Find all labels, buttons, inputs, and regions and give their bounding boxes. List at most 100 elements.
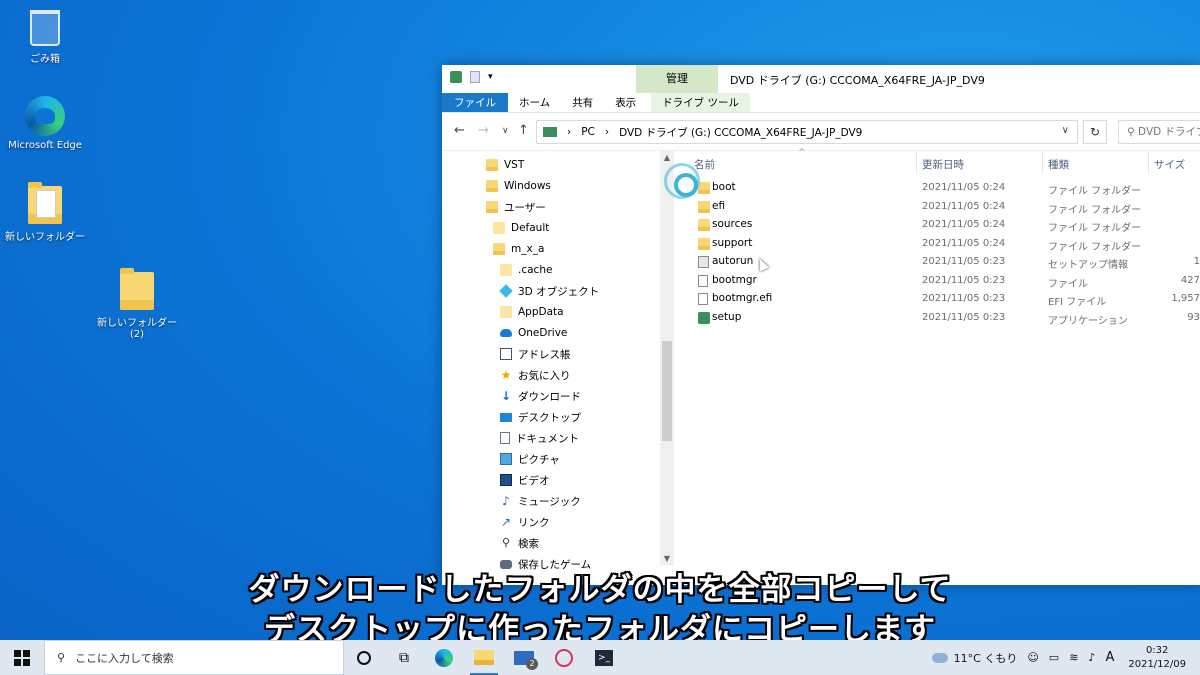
taskbar-snipping[interactable] xyxy=(544,640,584,675)
nav-item-m-x-a[interactable]: m_x_a xyxy=(493,239,544,259)
taskbar-edge[interactable] xyxy=(424,640,464,675)
nav-item-contacts[interactable]: アドレス帳 xyxy=(500,344,571,364)
taskbar-file-explorer[interactable] xyxy=(464,640,504,675)
nav-item-windows[interactable]: Windows xyxy=(486,176,551,196)
customize-toolbar-icon[interactable]: ▾ xyxy=(488,72,493,82)
column-divider[interactable] xyxy=(1042,151,1043,173)
file-name: bootmgr xyxy=(712,273,757,286)
file-row-support[interactable]: support 2021/11/05 0:24 ファイル フォルダー xyxy=(682,235,1200,253)
new-folder-icon[interactable] xyxy=(470,71,480,83)
refresh-button[interactable]: ↻ xyxy=(1083,120,1107,144)
desktop-icon-new-folder[interactable]: 新しいフォルダー xyxy=(0,182,90,243)
file-row-setup[interactable]: setup 2021/11/05 0:23 アプリケーション 93 xyxy=(682,309,1200,327)
sort-ascending-icon: ^ xyxy=(798,148,806,158)
nav-item-searches[interactable]: ⚲ 検索 xyxy=(500,533,539,553)
breadcrumb-drive[interactable]: DVD ドライブ (G:) CCCOMA_X64FRE_JA-JP_DV9 xyxy=(619,125,862,140)
file-row-bootmgr-efi[interactable]: bootmgr.efi 2021/11/05 0:23 EFI ファイル 1,9… xyxy=(682,290,1200,308)
folder-icon xyxy=(698,200,710,213)
chevron-down-icon[interactable]: ∨ xyxy=(1062,125,1069,136)
tab-file[interactable]: ファイル xyxy=(442,93,508,112)
column-divider[interactable] xyxy=(916,151,917,173)
recent-locations-icon[interactable]: ∨ xyxy=(502,126,509,136)
nav-item-label: ダウンロード xyxy=(518,390,581,403)
nav-item-music[interactable]: ♪ ミュージック xyxy=(500,491,581,511)
cortana-button[interactable] xyxy=(344,640,384,675)
search-icon: ⚲ xyxy=(501,536,511,549)
column-header-date[interactable]: 更新日時 xyxy=(922,157,964,172)
people-icon[interactable]: ☺ xyxy=(1027,651,1038,664)
tab-home[interactable]: ホーム xyxy=(508,93,561,112)
battery-icon[interactable]: ▭ xyxy=(1049,651,1059,664)
nav-item-favorites[interactable]: ★ お気に入り xyxy=(500,365,571,385)
nav-item-default[interactable]: Default xyxy=(493,218,549,238)
start-button[interactable] xyxy=(0,640,44,675)
file-list: 名前 ^ 更新日時 種類 サイズ boot 2021/11/05 0:24 ファ… xyxy=(682,148,1200,585)
nav-item-links[interactable]: ↗ リンク xyxy=(500,512,550,532)
nav-pane-scrollbar[interactable]: ▲ ▼ xyxy=(660,151,674,565)
nav-item-label: .cache xyxy=(518,264,553,276)
nav-item-videos[interactable]: ビデオ xyxy=(500,470,550,490)
nav-item-appdata[interactable]: AppData xyxy=(500,302,564,322)
back-arrow-icon[interactable]: ← xyxy=(454,123,465,138)
quick-access-toolbar: ▾ xyxy=(450,71,493,83)
column-divider[interactable] xyxy=(1148,151,1149,173)
weather-widget[interactable]: 11°C くもり xyxy=(931,650,1017,666)
column-header-size[interactable]: サイズ xyxy=(1154,157,1185,172)
forward-arrow-icon[interactable]: → xyxy=(478,123,489,138)
file-row-bootmgr[interactable]: bootmgr 2021/11/05 0:23 ファイル 427 xyxy=(682,272,1200,290)
file-type: ファイル xyxy=(1048,278,1088,290)
nav-item-pictures[interactable]: ピクチャ xyxy=(500,449,560,469)
recycle-bin-icon xyxy=(30,10,60,46)
column-header-name[interactable]: 名前 xyxy=(694,157,715,172)
drive-properties-icon[interactable] xyxy=(450,71,462,83)
folder-icon xyxy=(500,306,512,318)
nav-item-label: お気に入り xyxy=(518,369,571,382)
tab-view[interactable]: 表示 xyxy=(604,93,647,112)
file-date: 2021/11/05 0:24 xyxy=(922,182,1006,193)
volume-icon[interactable]: ♪ xyxy=(1088,651,1095,664)
file-size: 1,957 xyxy=(1171,293,1200,304)
taskbar-mail[interactable]: 2 xyxy=(504,640,544,675)
tab-share[interactable]: 共有 xyxy=(561,93,604,112)
nav-item-vst[interactable]: VST xyxy=(486,155,524,175)
drive-icon xyxy=(543,127,557,137)
file-row-efi[interactable]: efi 2021/11/05 0:24 ファイル フォルダー xyxy=(682,198,1200,216)
nav-item-3d-objects[interactable]: 3D オブジェクト xyxy=(499,281,599,301)
file-date: 2021/11/05 0:23 xyxy=(922,274,1006,286)
file-row-boot[interactable]: boot 2021/11/05 0:24 ファイル フォルダー xyxy=(682,179,1200,197)
file-size: 93 xyxy=(1187,311,1200,323)
scroll-down-icon[interactable]: ▼ xyxy=(660,554,674,563)
desktop-icon-new-folder-2[interactable]: 新しいフォルダー (2) xyxy=(92,268,182,340)
breadcrumb-pc[interactable]: PC xyxy=(581,126,595,138)
file-name: boot xyxy=(712,181,736,193)
taskbar-terminal[interactable]: >_ xyxy=(584,640,624,675)
desktop-icon-edge[interactable]: Microsoft Edge xyxy=(0,96,90,151)
address-field[interactable]: › PC › DVD ドライブ (G:) CCCOMA_X64FRE_JA-JP… xyxy=(536,120,1078,144)
nav-item-cache[interactable]: .cache xyxy=(500,260,552,280)
nav-item-desktop[interactable]: デスクトップ xyxy=(500,407,581,427)
nav-item-documents[interactable]: ドキュメント xyxy=(500,428,579,448)
up-arrow-icon[interactable]: ↑ xyxy=(518,123,529,138)
clock-date: 2021/12/09 xyxy=(1128,658,1186,670)
folder-icon xyxy=(698,237,710,250)
task-view-button[interactable]: ⧉ xyxy=(384,640,424,675)
breadcrumb-separator-icon: › xyxy=(567,126,572,138)
folder-icon xyxy=(493,243,505,255)
nav-item-onedrive[interactable]: OneDrive xyxy=(500,323,567,343)
tab-drive-tools[interactable]: ドライブ ツール xyxy=(651,93,751,112)
ime-indicator[interactable]: A xyxy=(1105,650,1114,665)
clock[interactable]: 0:32 2021/12/09 xyxy=(1128,644,1186,672)
nav-item-downloads[interactable]: ↓ ダウンロード xyxy=(500,386,581,406)
title-bar: ▾ 管理 DVD ドライブ (G:) CCCOMA_X64FRE_JA-JP_D… xyxy=(442,65,1200,93)
scroll-up-icon[interactable]: ▲ xyxy=(660,153,674,162)
column-header-type[interactable]: 種類 xyxy=(1048,157,1069,172)
file-row-sources[interactable]: sources 2021/11/05 0:24 ファイル フォルダー xyxy=(682,216,1200,234)
nav-item-users[interactable]: ユーザー xyxy=(486,197,546,217)
file-type: ファイル フォルダー xyxy=(1048,186,1142,197)
desktop-icon-recycle-bin[interactable]: ごみ箱 xyxy=(0,10,90,65)
scrollbar-thumb[interactable] xyxy=(662,341,672,441)
desktop-icon-label: Microsoft Edge xyxy=(8,140,82,151)
search-input[interactable]: ⚲ DVD ドライブ xyxy=(1118,120,1200,144)
taskbar-search-input[interactable]: ⚲ ここに入力して検索 xyxy=(44,640,344,675)
wifi-icon[interactable]: ≋ xyxy=(1069,651,1078,664)
